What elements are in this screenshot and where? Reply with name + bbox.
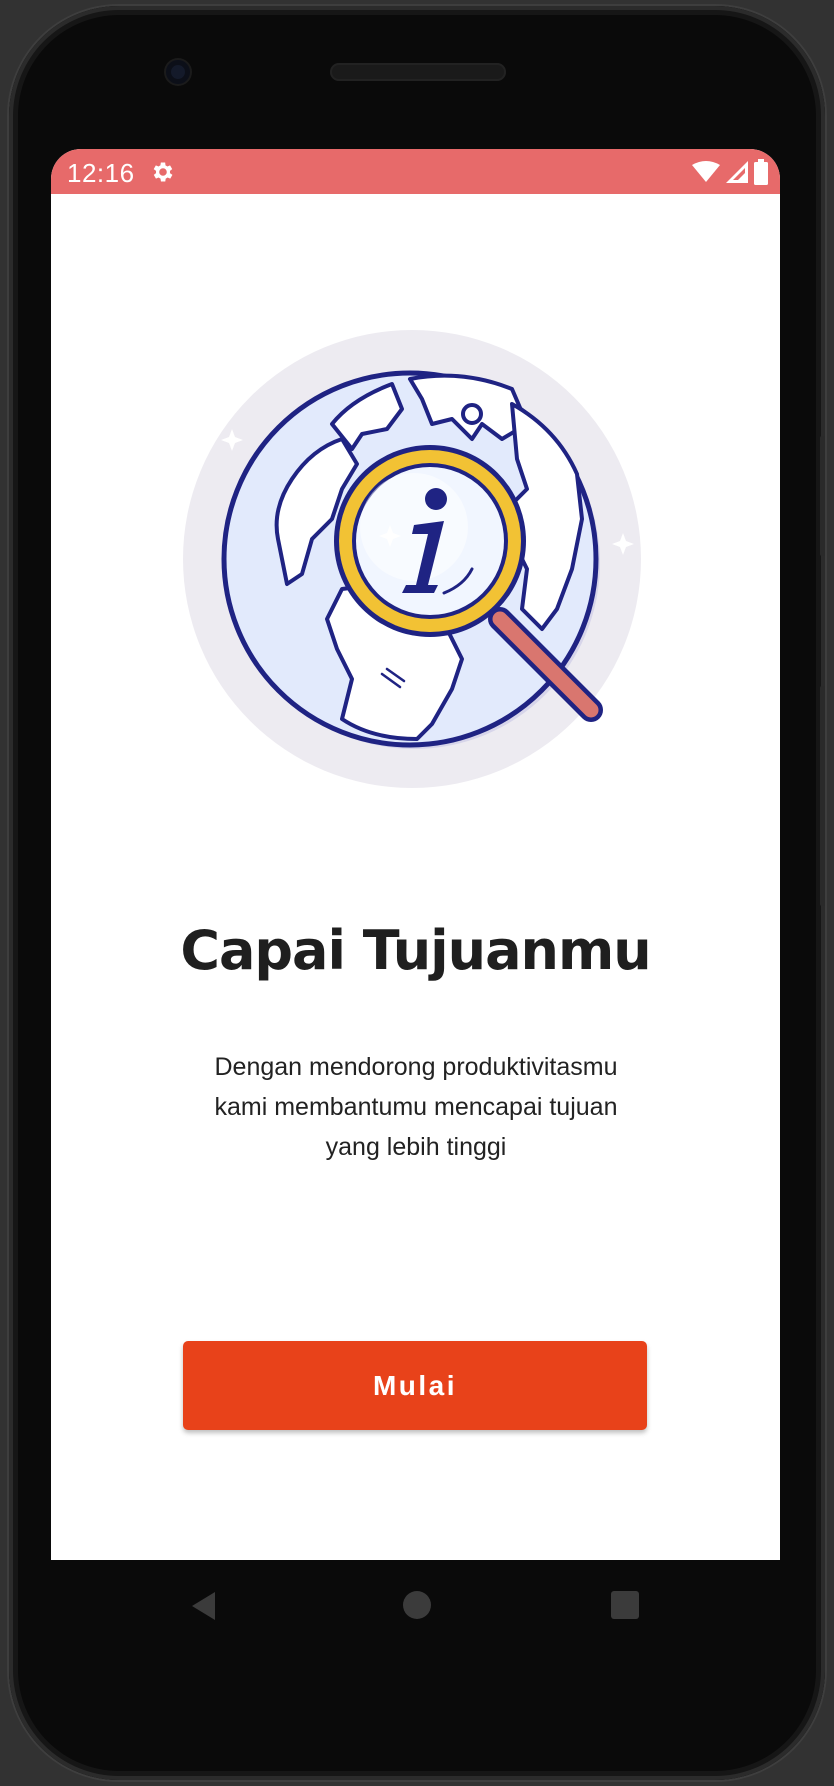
onboarding-description: Dengan mendorong produktivitasmu kami me… <box>214 1053 618 1161</box>
app-screen: 12:16 Capai Tujuanmu Dengan mendorong pr… <box>51 149 780 1560</box>
globe-magnifier-illustration <box>183 330 641 788</box>
volume-button <box>820 436 825 556</box>
wifi-icon <box>692 161 720 182</box>
battery-icon <box>754 159 768 185</box>
status-bar: 12:16 <box>51 149 780 194</box>
recents-icon[interactable] <box>610 1590 640 1620</box>
start-button[interactable]: Mulai <box>183 1341 647 1430</box>
front-camera <box>166 60 190 84</box>
earpiece-speaker <box>330 63 506 81</box>
status-icons <box>692 158 768 186</box>
navigation-bar <box>51 1560 780 1656</box>
onboarding-title: Capai Tujuanmu <box>180 919 651 982</box>
power-button <box>820 686 825 906</box>
gear-icon <box>153 162 173 182</box>
home-icon[interactable] <box>402 1590 432 1620</box>
status-time: 12:16 <box>67 158 135 188</box>
signal-icon <box>726 161 748 183</box>
back-icon[interactable] <box>189 1590 217 1622</box>
